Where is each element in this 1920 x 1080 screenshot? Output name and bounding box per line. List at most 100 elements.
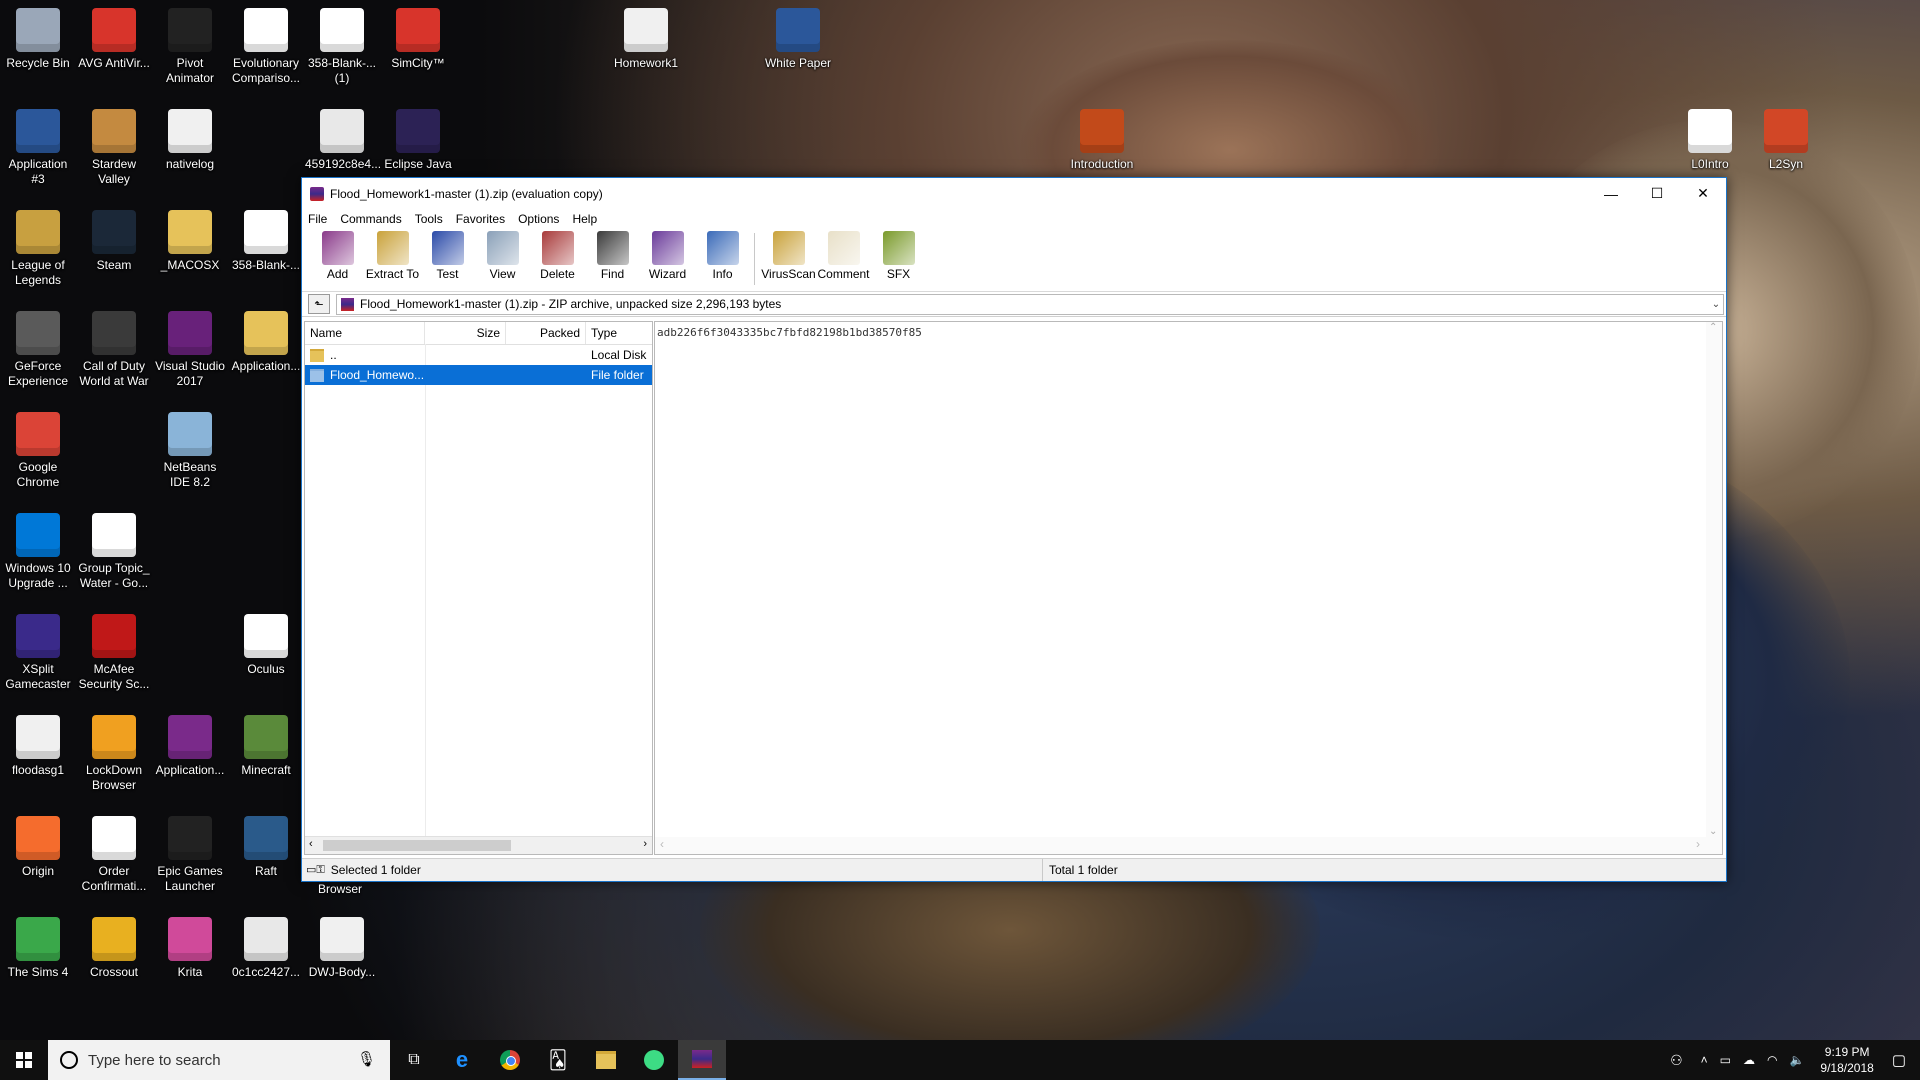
desktop-icon[interactable]: Application... <box>229 311 303 374</box>
desktop-icon[interactable]: Google Chrome <box>1 412 75 490</box>
scroll-right-icon[interactable]: › <box>1696 837 1700 851</box>
desktop-icon[interactable]: 0c1cc2427... <box>229 917 303 980</box>
wifi-icon[interactable]: ◠ <box>1767 1053 1777 1067</box>
comment-pane[interactable]: adb226f6f3043335bc7fbfd82198b1bd38570f85… <box>654 321 1723 855</box>
column-size[interactable]: Size <box>425 322 506 344</box>
desktop-icon[interactable]: League of Legends <box>1 210 75 288</box>
menu-help[interactable]: Help <box>572 212 597 226</box>
desktop-icon[interactable]: Call of Duty World at War <box>77 311 151 389</box>
desktop-icon[interactable]: L2Syn <box>1749 109 1823 172</box>
toolbar-button-find[interactable]: Find <box>585 229 640 281</box>
menu-options[interactable]: Options <box>518 212 559 226</box>
task-view-button[interactable]: ⧉ <box>390 1040 438 1080</box>
desktop-icon[interactable]: Oculus <box>229 614 303 677</box>
desktop-icon[interactable]: Visual Studio 2017 <box>153 311 227 389</box>
desktop-icon[interactable]: floodasg1 <box>1 715 75 778</box>
battery-icon[interactable]: ▭ <box>1720 1053 1731 1067</box>
vertical-scrollbar[interactable]: ⌃ ⌄ <box>1706 322 1722 837</box>
menu-tools[interactable]: Tools <box>415 212 443 226</box>
desktop-icon[interactable]: Eclipse Java <box>381 109 455 172</box>
close-button[interactable]: ✕ <box>1680 178 1726 209</box>
chevron-down-icon[interactable]: ⌄ <box>1709 299 1723 310</box>
desktop-icon[interactable]: Origin <box>1 816 75 879</box>
taskbar-file-explorer[interactable] <box>582 1040 630 1080</box>
address-field[interactable]: Flood_Homework1-master (1).zip - ZIP arc… <box>336 293 1724 315</box>
taskbar-edge[interactable]: e <box>438 1040 486 1080</box>
toolbar-button-virusscan[interactable]: VirusScan <box>761 229 816 281</box>
desktop-icon[interactable]: Recycle Bin <box>1 8 75 71</box>
desktop-icon[interactable]: nativelog <box>153 109 227 172</box>
toolbar-button-info[interactable]: Info <box>695 229 750 281</box>
desktop-icon[interactable]: White Paper <box>761 8 835 71</box>
chevron-up-icon[interactable]: ˄ <box>1701 1053 1708 1067</box>
desktop-icon[interactable]: Order Confirmati... <box>77 816 151 894</box>
toolbar-button-delete[interactable]: Delete <box>530 229 585 281</box>
maximize-button[interactable]: ☐ <box>1634 178 1680 209</box>
horizontal-scrollbar[interactable]: ‹ › <box>305 836 652 854</box>
desktop-icon[interactable]: L0Intro <box>1673 109 1747 172</box>
menu-commands[interactable]: Commands <box>340 212 401 226</box>
toolbar-button-sfx[interactable]: SFX <box>871 229 926 281</box>
scroll-down-icon[interactable]: ⌄ <box>1709 826 1717 837</box>
title-bar[interactable]: Flood_Homework1-master (1).zip (evaluati… <box>302 178 1726 209</box>
action-center-icon[interactable]: ▢ <box>1892 1051 1906 1069</box>
desktop-icon[interactable]: Stardew Valley <box>77 109 151 187</box>
desktop-icon[interactable]: 459192c8e4... <box>305 109 381 172</box>
minimize-button[interactable]: — <box>1588 178 1634 209</box>
desktop-icon[interactable]: NetBeans IDE 8.2 <box>153 412 227 490</box>
scroll-thumb[interactable] <box>323 840 511 851</box>
start-button[interactable] <box>0 1040 48 1080</box>
desktop-icon[interactable]: Crossout <box>77 917 151 980</box>
taskbar-android-studio[interactable] <box>630 1040 678 1080</box>
microphone-icon[interactable]: 🎙 <box>357 1050 376 1068</box>
file-list[interactable]: Name Size Packed Type .. Local Disk Floo… <box>304 321 653 855</box>
column-name[interactable]: Name <box>305 322 425 344</box>
clock[interactable]: 9:19 PM 9/18/2018 <box>1820 1044 1873 1076</box>
desktop-icon[interactable]: Evolutionary Compariso... <box>229 8 303 86</box>
taskbar-chrome[interactable] <box>486 1040 534 1080</box>
taskbar-solitaire[interactable]: 🂡 <box>534 1040 582 1080</box>
scroll-left-icon[interactable]: ‹ <box>660 837 664 851</box>
desktop-icon[interactable]: Minecraft <box>229 715 303 778</box>
column-type[interactable]: Type <box>586 322 652 344</box>
desktop-icon[interactable]: Windows 10 Upgrade ... <box>1 513 75 591</box>
desktop-icon[interactable]: The Sims 4 <box>1 917 75 980</box>
menu-file[interactable]: File <box>308 212 327 226</box>
desktop-icon[interactable]: Raft <box>229 816 303 879</box>
onedrive-icon[interactable]: ☁ <box>1743 1053 1755 1067</box>
toolbar-button-comment[interactable]: Comment <box>816 229 871 281</box>
desktop-icon[interactable]: XSplit Gamecaster <box>1 614 75 692</box>
toolbar-button-extract-to[interactable]: Extract To <box>365 229 420 281</box>
desktop-icon[interactable]: Application #3 <box>1 109 75 187</box>
desktop-icon[interactable]: Epic Games Launcher <box>153 816 227 894</box>
toolbar-button-view[interactable]: View <box>475 229 530 281</box>
comment-horizontal-scrollbar[interactable]: ‹ › <box>655 837 1722 854</box>
desktop-icon[interactable]: SimCity™ <box>381 8 455 71</box>
taskbar-winrar[interactable] <box>678 1040 726 1080</box>
scroll-up-icon[interactable]: ⌃ <box>1709 322 1717 333</box>
desktop-icon[interactable]: LockDown Browser <box>77 715 151 793</box>
table-row[interactable]: Flood_Homewo... File folder <box>305 365 652 385</box>
desktop-icon[interactable]: Steam <box>77 210 151 273</box>
desktop-icon[interactable]: DWJ-Body... <box>305 917 379 980</box>
volume-icon[interactable]: 🔈 <box>1789 1053 1804 1067</box>
column-packed[interactable]: Packed <box>506 322 586 344</box>
desktop-icon[interactable]: GeForce Experience <box>1 311 75 389</box>
desktop-icon[interactable]: 358-Blank-... (1) <box>305 8 379 86</box>
desktop-icon[interactable]: Group Topic_ Water - Go... <box>77 513 151 591</box>
desktop-icon[interactable]: Pivot Animator <box>153 8 227 86</box>
toolbar-button-test[interactable]: Test <box>420 229 475 281</box>
table-row[interactable]: .. Local Disk <box>305 345 652 365</box>
search-box[interactable]: Type here to search 🎙 <box>48 1040 390 1080</box>
people-icon[interactable]: ⚇ <box>1670 1052 1683 1069</box>
scroll-left-icon[interactable]: ‹ <box>309 838 313 850</box>
desktop-icon[interactable]: Homework1 <box>609 8 683 71</box>
toolbar-button-wizard[interactable]: Wizard <box>640 229 695 281</box>
desktop-icon[interactable]: AVG AntiVir... <box>77 8 151 71</box>
toolbar-button-add[interactable]: Add <box>310 229 365 281</box>
desktop-icon[interactable]: Krita <box>153 917 227 980</box>
desktop-icon[interactable]: McAfee Security Sc... <box>77 614 151 692</box>
scroll-right-icon[interactable]: › <box>643 838 647 850</box>
up-folder-button[interactable]: ⬑ <box>308 294 330 314</box>
desktop-icon[interactable]: Application... <box>153 715 227 778</box>
